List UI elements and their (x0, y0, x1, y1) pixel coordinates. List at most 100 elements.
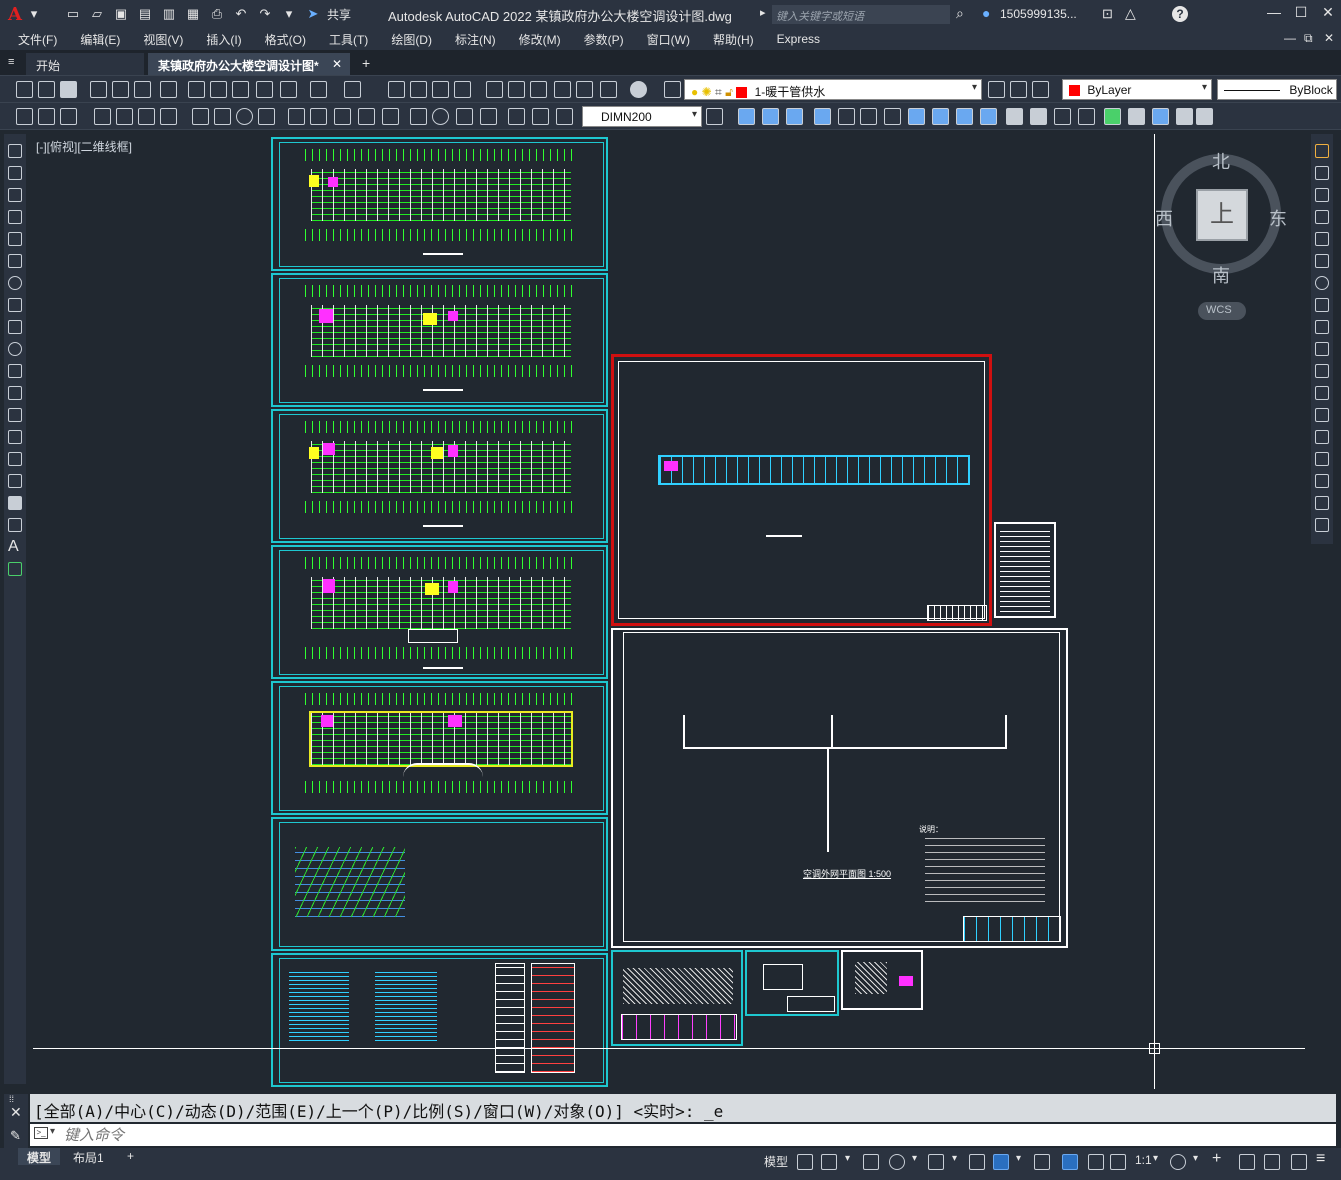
user-icon[interactable]: ● (982, 5, 990, 21)
array-icon[interactable] (1315, 232, 1329, 246)
isometric-drafting-icon[interactable] (928, 1154, 944, 1170)
layer-unisolate-icon[interactable] (1078, 108, 1095, 125)
share-button[interactable]: 共享 (327, 6, 351, 23)
save-icon[interactable]: ▣ (112, 5, 130, 23)
annotation-scale-icon[interactable] (1110, 1154, 1126, 1170)
auto-scale-icon[interactable] (1088, 1154, 1104, 1170)
drawing-canvas[interactable]: [-][俯视][二维线框] 空调外网平面图 1:500 说明： 上 北 南 东 … (33, 134, 1305, 1089)
dimension-style-manager-icon[interactable] (706, 108, 723, 125)
doc-restore-button[interactable]: ⧉ (1304, 31, 1313, 46)
detail-sheet-1[interactable] (611, 950, 743, 1046)
menu-draw[interactable]: 绘图(D) (391, 31, 432, 48)
menu-view[interactable]: 视图(V) (143, 31, 183, 48)
layer-copy-icon[interactable] (932, 108, 949, 125)
layer-lock-icon[interactable] (838, 108, 855, 125)
compass-west[interactable]: 西 (1155, 205, 1173, 231)
freeze-icon[interactable]: ⌗ (715, 85, 722, 99)
jogged-dimension-icon[interactable] (214, 108, 231, 125)
design-notes-sheet[interactable] (271, 953, 608, 1087)
jogged-linear-icon[interactable] (480, 108, 497, 125)
menu-edit[interactable]: 编辑(E) (80, 31, 120, 48)
command-input[interactable] (64, 1125, 1324, 1145)
help-icon[interactable] (630, 81, 647, 98)
save-icon[interactable] (60, 81, 77, 98)
multiline-text-icon[interactable]: A (8, 539, 22, 555)
close-icon[interactable]: ✕ (332, 57, 342, 71)
break-icon[interactable] (1315, 408, 1329, 422)
quick-dimension-icon[interactable] (288, 108, 305, 125)
user-name[interactable]: 1505999135... (1000, 7, 1077, 21)
arc-length-icon[interactable] (138, 108, 155, 125)
command-prompt-icon[interactable]: >_ (34, 1127, 48, 1139)
menu-format[interactable]: 格式(O) (265, 31, 306, 48)
wcs-menu[interactable]: WCS (1198, 302, 1246, 320)
layer-match-icon[interactable] (38, 108, 55, 125)
ellipse-arc-icon[interactable] (8, 364, 22, 378)
layer-walk-icon[interactable] (908, 108, 925, 125)
join-icon[interactable] (1315, 430, 1329, 444)
layer-previous-icon[interactable] (1010, 81, 1027, 98)
object-snap-icon[interactable] (993, 1154, 1009, 1170)
dimension-edit-icon[interactable] (508, 108, 525, 125)
object-snap-tracking-icon[interactable] (969, 1154, 985, 1170)
continue-dimension-icon[interactable] (334, 108, 351, 125)
model-space-toggle[interactable]: 模型 (764, 1153, 788, 1170)
autocad-logo-icon[interactable]: A (8, 4, 22, 25)
dimension-space-icon[interactable] (358, 108, 375, 125)
snap-mode-icon[interactable] (821, 1154, 837, 1170)
create-block-icon[interactable] (1128, 108, 1145, 125)
insert-block-icon[interactable] (8, 386, 22, 400)
tool-palettes-icon[interactable] (530, 81, 547, 98)
spline-icon[interactable] (8, 320, 22, 334)
arc-icon[interactable] (8, 254, 22, 268)
chevron-down-icon[interactable]: ▾ (50, 1126, 55, 1137)
redo-icon[interactable] (344, 81, 361, 98)
floor-plan-sheet-3[interactable] (271, 409, 608, 543)
share-icon[interactable]: ➤ (304, 5, 322, 23)
sun-icon[interactable]: ✺ (702, 85, 712, 99)
make-current-icon[interactable] (988, 81, 1005, 98)
markup-icon[interactable] (576, 81, 593, 98)
polyline-icon[interactable] (8, 188, 22, 202)
material-table-sheet[interactable] (994, 522, 1056, 618)
layer-state-icon[interactable] (1032, 81, 1049, 98)
menu-insert[interactable]: 插入(I) (206, 31, 241, 48)
close-button[interactable]: ✕ (1316, 4, 1340, 24)
close-icon[interactable]: ✕ (10, 1104, 22, 1121)
layer-thaw-icon[interactable] (814, 108, 831, 125)
insert-block-icon[interactable] (1104, 108, 1121, 125)
detail-sheet-3[interactable] (841, 950, 923, 1010)
add-icon[interactable]: + (1212, 1150, 1221, 1168)
xref-icon[interactable] (1176, 108, 1193, 125)
layer-isolate-vp-icon[interactable] (1054, 108, 1071, 125)
layer-delete-icon[interactable] (980, 108, 997, 125)
paste-icon[interactable] (232, 81, 249, 98)
layer-vp-freeze-icon[interactable] (1030, 108, 1047, 125)
zoom-window-icon[interactable] (432, 81, 449, 98)
expand-arrow-icon[interactable]: ▸ (760, 6, 766, 19)
gradient-icon[interactable] (8, 474, 22, 488)
calculator-icon[interactable] (600, 81, 617, 98)
polar-tracking-icon[interactable] (889, 1154, 905, 1170)
annotation-visibility-icon[interactable] (1062, 1154, 1078, 1170)
detail-sheet-2[interactable] (745, 950, 839, 1016)
block-editor-icon[interactable] (280, 81, 297, 98)
command-input-row[interactable]: >_ ▾ (30, 1124, 1336, 1146)
explode-icon[interactable] (1315, 518, 1329, 532)
chevron-down-icon[interactable]: ▾ (1016, 1153, 1021, 1164)
floor-plan-sheet-5[interactable] (271, 681, 608, 815)
copy-object-icon[interactable] (1315, 166, 1329, 180)
menu-modify[interactable]: 修改(M) (519, 31, 561, 48)
customize-wrench-icon[interactable]: ✎ (10, 1128, 21, 1144)
zoom-realtime-icon[interactable] (410, 81, 427, 98)
extend-icon[interactable] (1315, 364, 1329, 378)
baseline-dimension-icon[interactable] (310, 108, 327, 125)
define-attribute-icon[interactable] (1152, 108, 1169, 125)
help-icon[interactable]: ? (1172, 6, 1188, 22)
clean-screen-icon[interactable] (1291, 1154, 1307, 1170)
selected-pipe-plan-sheet[interactable] (611, 354, 992, 626)
tab-model[interactable]: 模型 (18, 1148, 61, 1165)
ellipse-icon[interactable] (8, 342, 22, 356)
print-icon[interactable]: ⎙ (208, 5, 226, 23)
lock-icon[interactable]: 🔓︎ (725, 85, 733, 99)
